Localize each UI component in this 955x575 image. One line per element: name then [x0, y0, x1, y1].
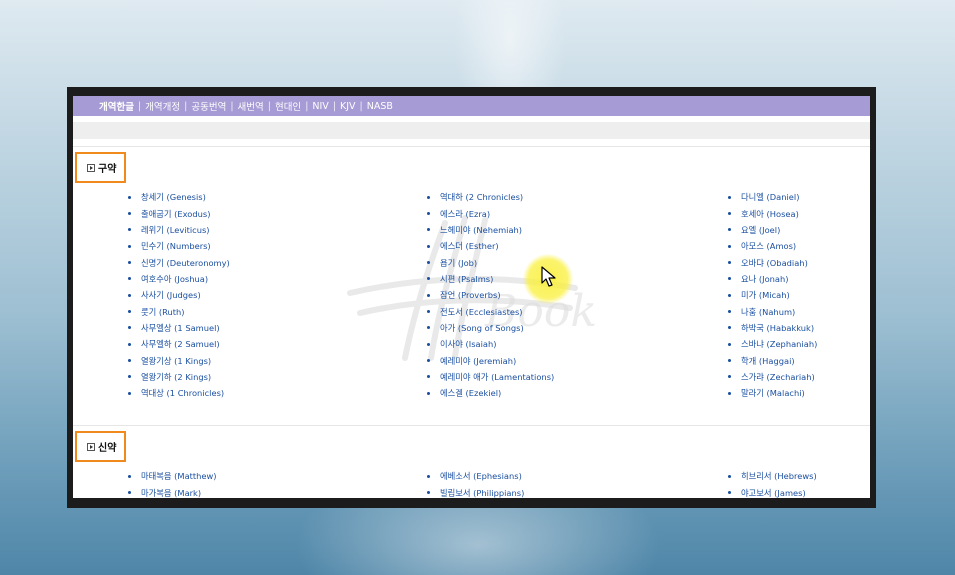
book-link[interactable]: 레위기 (Leviticus) — [128, 222, 230, 238]
book-link[interactable]: 열왕기하 (2 Kings) — [128, 369, 230, 385]
divider — [73, 146, 870, 147]
book-link[interactable]: 히브리서 (Hebrews) — [728, 468, 817, 484]
old-testament-heading-label: 구약 — [98, 164, 117, 175]
book-link[interactable]: 에스더 (Esther) — [427, 238, 554, 254]
book-link[interactable]: 다니엘 (Daniel) — [728, 189, 817, 205]
old-testament-column-1: 창세기 (Genesis) 출애굽기 (Exodus) 레위기 (Leviticus… — [128, 189, 230, 401]
old-testament-column-2: 역대하 (2 Chronicles) 에스라 (Ezra) 느헤미야 (Nehemi… — [427, 189, 554, 401]
book-link[interactable]: 잠언 (Proverbs) — [427, 287, 554, 303]
old-testament-heading[interactable]: 구약 — [75, 152, 126, 183]
translation-tab-bar: 개역한글 | 개역개정 | 공동번역 | 새번역 | 현대인 | NIV | K… — [73, 96, 870, 116]
book-link[interactable]: 역대상 (1 Chronicles) — [128, 385, 230, 401]
tab-translation[interactable]: 현대인 — [275, 99, 301, 113]
book-link[interactable]: 민수기 (Numbers) — [128, 238, 230, 254]
tab-separator: | — [305, 100, 309, 112]
tab-separator: | — [137, 100, 142, 112]
book-link[interactable]: 출애굽기 (Exodus) — [128, 205, 230, 221]
book-link[interactable]: 빌립보서 (Philippians) — [427, 484, 524, 498]
new-testament-heading-label: 신약 — [98, 443, 117, 454]
book-link[interactable]: 아가 (Song of Songs) — [427, 320, 554, 336]
book-link[interactable]: 창세기 (Genesis) — [128, 189, 230, 205]
tab-separator: | — [332, 100, 337, 112]
tab-translation[interactable]: 개역개정 — [145, 99, 180, 113]
book-link[interactable]: 말라기 (Malachi) — [728, 385, 817, 401]
book-link[interactable]: 에베소서 (Ephesians) — [427, 468, 524, 484]
new-testament-heading[interactable]: 신약 — [75, 431, 126, 462]
book-link[interactable]: 미가 (Micah) — [728, 287, 817, 303]
book-link[interactable]: 호세아 (Hosea) — [728, 205, 817, 221]
tab-separator: | — [184, 100, 188, 112]
book-link[interactable]: 오바댜 (Obadiah) — [728, 254, 817, 270]
tab-separator: | — [267, 100, 271, 112]
tab-translation[interactable]: NASB — [367, 101, 393, 112]
book-link[interactable]: 룻기 (Ruth) — [128, 303, 230, 319]
tab-separator: | — [359, 100, 363, 112]
book-link[interactable]: 아모스 (Amos) — [728, 238, 817, 254]
page-content: 개역한글 | 개역개정 | 공동번역 | 새번역 | 현대인 | NIV | K… — [73, 96, 870, 498]
tab-translation[interactable]: 개역한글 — [99, 99, 134, 113]
book-link[interactable]: 사사기 (Judges) — [128, 287, 230, 303]
book-link[interactable]: 요엘 (Joel) — [728, 222, 817, 238]
book-link[interactable]: 스가랴 (Zechariah) — [728, 369, 817, 385]
book-link[interactable]: 야고보서 (James) — [728, 484, 817, 498]
new-testament-column-3: 히브리서 (Hebrews) 야고보서 (James) — [728, 468, 817, 498]
book-link[interactable]: 여호수아 (Joshua) — [128, 271, 230, 287]
book-link[interactable]: 이사야 (Isaiah) — [427, 336, 554, 352]
play-icon — [87, 442, 95, 451]
new-testament-column-1: 마태복음 (Matthew) 마가복음 (Mark) — [128, 468, 217, 498]
toolbar-strip — [73, 122, 870, 139]
book-link[interactable]: 스바냐 (Zephaniah) — [728, 336, 817, 352]
book-link[interactable]: 나훔 (Nahum) — [728, 303, 817, 319]
book-link[interactable]: 욥기 (Job) — [427, 254, 554, 270]
book-link[interactable]: 학개 (Haggai) — [728, 352, 817, 368]
book-link[interactable]: 신명기 (Deuteronomy) — [128, 254, 230, 270]
book-link[interactable]: 열왕기상 (1 Kings) — [128, 352, 230, 368]
book-link[interactable]: 예레미야 (Jeremiah) — [427, 352, 554, 368]
book-link[interactable]: 마가복음 (Mark) — [128, 484, 217, 498]
book-link[interactable]: 시편 (Psalms) — [427, 271, 554, 287]
tab-translation[interactable]: KJV — [340, 101, 356, 112]
book-link[interactable]: 사무엘상 (1 Samuel) — [128, 320, 230, 336]
book-link[interactable]: 역대하 (2 Chronicles) — [427, 189, 554, 205]
tab-translation[interactable]: NIV — [312, 101, 328, 112]
tab-translation[interactable]: 새번역 — [238, 99, 264, 113]
play-icon — [87, 163, 95, 172]
tab-translation[interactable]: 공동번역 — [191, 99, 226, 113]
browser-window: 개역한글 | 개역개정 | 공동번역 | 새번역 | 현대인 | NIV | K… — [67, 87, 876, 508]
new-testament-column-2: 에베소서 (Ephesians) 빌립보서 (Philippians) — [427, 468, 524, 498]
divider — [73, 425, 870, 426]
book-link[interactable]: 사무엘하 (2 Samuel) — [128, 336, 230, 352]
book-link[interactable]: 느헤미야 (Nehemiah) — [427, 222, 554, 238]
tab-separator: | — [230, 100, 234, 112]
old-testament-column-3: 다니엘 (Daniel) 호세아 (Hosea) 요엘 (Joel) 아모스 (Amo… — [728, 189, 817, 401]
book-link[interactable]: 전도서 (Ecclesiastes) — [427, 303, 554, 319]
book-link[interactable]: 예레미야 애가 (Lamentations) — [427, 369, 554, 385]
book-link[interactable]: 요나 (Jonah) — [728, 271, 817, 287]
book-link[interactable]: 하박국 (Habakkuk) — [728, 320, 817, 336]
book-link[interactable]: 마태복음 (Matthew) — [128, 468, 217, 484]
book-link[interactable]: 에스라 (Ezra) — [427, 205, 554, 221]
book-link[interactable]: 에스겔 (Ezekiel) — [427, 385, 554, 401]
